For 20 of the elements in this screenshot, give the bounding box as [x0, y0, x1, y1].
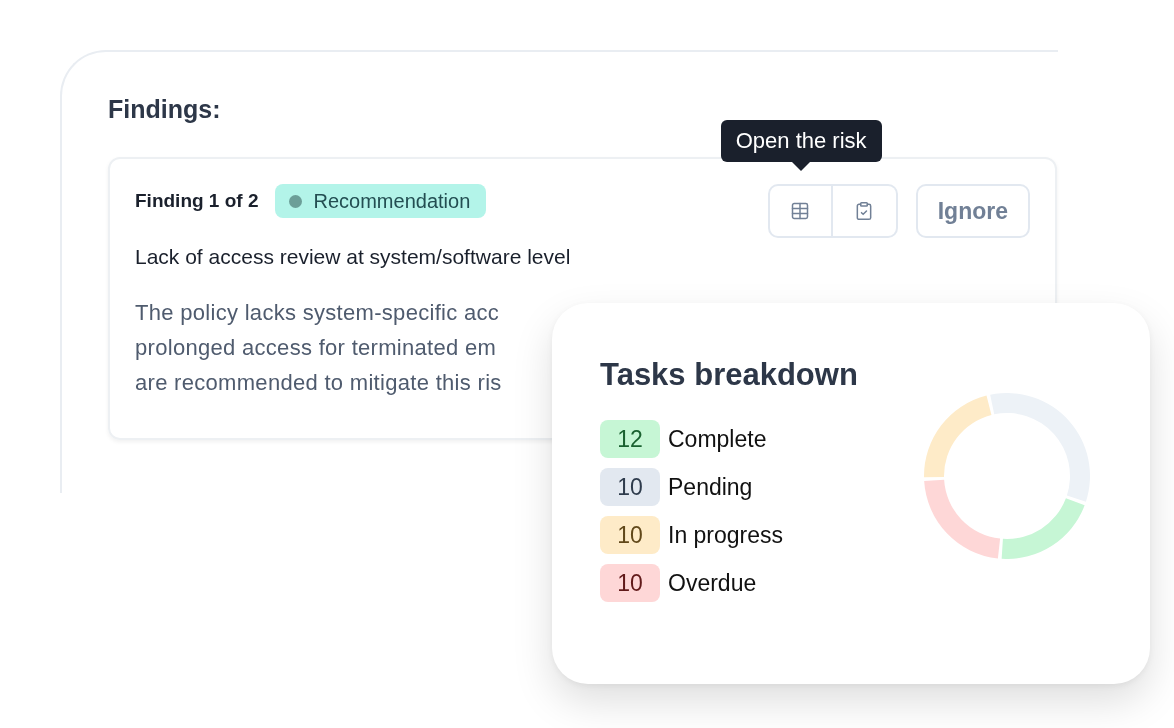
task-count: 10 — [600, 564, 660, 602]
finding-title: Lack of access review at system/software level — [135, 244, 571, 270]
task-count: 10 — [600, 468, 660, 506]
finding-counter: Finding 1 of 2 — [135, 190, 259, 212]
tag-label: Recommendation — [313, 189, 471, 213]
task-status-label: Overdue — [668, 569, 757, 597]
task-count: 10 — [600, 516, 660, 554]
task-status-label: Complete — [668, 425, 767, 453]
table-icon — [790, 201, 811, 221]
status-dot-icon — [288, 194, 302, 208]
finding-description: The policy lacks system-specific acc prolonged access for terminated em are recommended to mitigate this ris — [135, 299, 502, 397]
tasks-title: Tasks breakdown — [600, 357, 858, 393]
table-button[interactable] — [767, 184, 833, 238]
task-count: 12 — [600, 420, 660, 458]
task-status-label: In progress — [668, 521, 784, 549]
ignore-button[interactable]: Ignore — [915, 184, 1030, 238]
clipboard-button[interactable] — [832, 184, 898, 238]
tooltip: Open the risk — [720, 120, 882, 171]
task-status-label: Pending — [668, 473, 753, 501]
findings-heading: Findings: — [108, 94, 221, 124]
